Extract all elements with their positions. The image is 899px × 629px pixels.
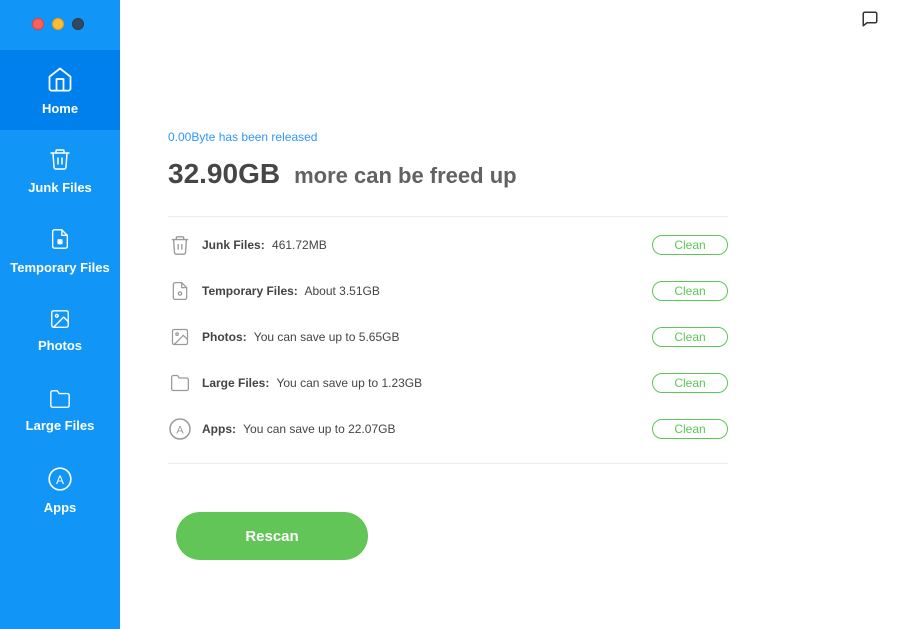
sidebar-item-temporary-files[interactable]: Temporary Files [0, 210, 120, 290]
headline-text: more can be freed up [294, 163, 517, 189]
main-content: 0.00Byte has been released 32.90GB more … [120, 0, 899, 629]
minimize-window-button[interactable] [52, 18, 64, 30]
row-text: Temporary Files: About 3.51GB [202, 284, 380, 298]
apps-icon: A [47, 466, 73, 492]
folder-icon [47, 388, 73, 410]
divider [168, 216, 728, 217]
rescan-button[interactable]: Rescan [176, 512, 368, 560]
row-apps: A Apps: You can save up to 22.07GB Clean [168, 417, 728, 441]
clean-button-photos[interactable]: Clean [652, 327, 728, 347]
svg-text:A: A [56, 472, 64, 486]
sidebar-item-label: Home [42, 101, 78, 116]
sidebar-item-label: Large Files [26, 418, 95, 433]
row-value: About 3.51GB [304, 284, 379, 298]
row-text: Apps: You can save up to 22.07GB [202, 422, 395, 436]
sidebar-item-label: Temporary Files [10, 260, 109, 275]
sidebar-item-label: Junk Files [28, 180, 92, 195]
window-controls [0, 0, 120, 40]
sidebar: Home Junk Files Temporary Files Photos [0, 0, 120, 629]
row-temporary-files: Temporary Files: About 3.51GB Clean [168, 279, 728, 303]
sidebar-item-large-files[interactable]: Large Files [0, 370, 120, 450]
row-label: Apps: [202, 422, 236, 436]
row-value: You can save up to 1.23GB [276, 376, 422, 390]
clean-button-junk-files[interactable]: Clean [652, 235, 728, 255]
folder-icon [168, 371, 192, 395]
row-text: Junk Files: 461.72MB [202, 238, 327, 252]
sidebar-item-home[interactable]: Home [0, 50, 120, 130]
row-label: Photos: [202, 330, 247, 344]
file-clean-icon [49, 226, 71, 252]
trash-icon [48, 146, 72, 172]
image-icon [168, 325, 192, 349]
row-text: Photos: You can save up to 5.65GB [202, 330, 399, 344]
headline-amount: 32.90GB [168, 158, 280, 190]
divider [168, 463, 728, 464]
released-amount: 0.00Byte [168, 130, 215, 144]
row-value: You can save up to 5.65GB [254, 330, 400, 344]
sidebar-item-photos[interactable]: Photos [0, 290, 120, 370]
released-text: has been released [219, 130, 318, 144]
trash-icon [168, 233, 192, 257]
category-rows: Junk Files: 461.72MB Clean Temporary Fil… [168, 233, 728, 441]
nav: Home Junk Files Temporary Files Photos [0, 50, 120, 530]
sidebar-item-label: Photos [38, 338, 82, 353]
apps-icon: A [168, 417, 192, 441]
row-label: Temporary Files: [202, 284, 298, 298]
file-clean-icon [168, 279, 192, 303]
row-photos: Photos: You can save up to 5.65GB Clean [168, 325, 728, 349]
summary-panel: 0.00Byte has been released 32.90GB more … [168, 130, 728, 560]
row-label: Large Files: [202, 376, 269, 390]
close-window-button[interactable] [32, 18, 44, 30]
maximize-window-button[interactable] [72, 18, 84, 30]
image-icon [47, 308, 73, 330]
row-value: 461.72MB [272, 238, 327, 252]
row-junk-files: Junk Files: 461.72MB Clean [168, 233, 728, 257]
clean-button-apps[interactable]: Clean [652, 419, 728, 439]
feedback-icon[interactable] [861, 10, 879, 33]
sidebar-item-junk-files[interactable]: Junk Files [0, 130, 120, 210]
row-label: Junk Files: [202, 238, 265, 252]
row-value: You can save up to 22.07GB [243, 422, 395, 436]
headline: 32.90GB more can be freed up [168, 158, 728, 190]
clean-button-temporary-files[interactable]: Clean [652, 281, 728, 301]
released-status: 0.00Byte has been released [168, 130, 728, 144]
home-icon [46, 65, 74, 93]
row-text: Large Files: You can save up to 1.23GB [202, 376, 422, 390]
sidebar-item-label: Apps [44, 500, 77, 515]
sidebar-item-apps[interactable]: A Apps [0, 450, 120, 530]
clean-button-large-files[interactable]: Clean [652, 373, 728, 393]
row-large-files: Large Files: You can save up to 1.23GB C… [168, 371, 728, 395]
app-window: Home Junk Files Temporary Files Photos [0, 0, 899, 629]
svg-text:A: A [176, 425, 184, 437]
